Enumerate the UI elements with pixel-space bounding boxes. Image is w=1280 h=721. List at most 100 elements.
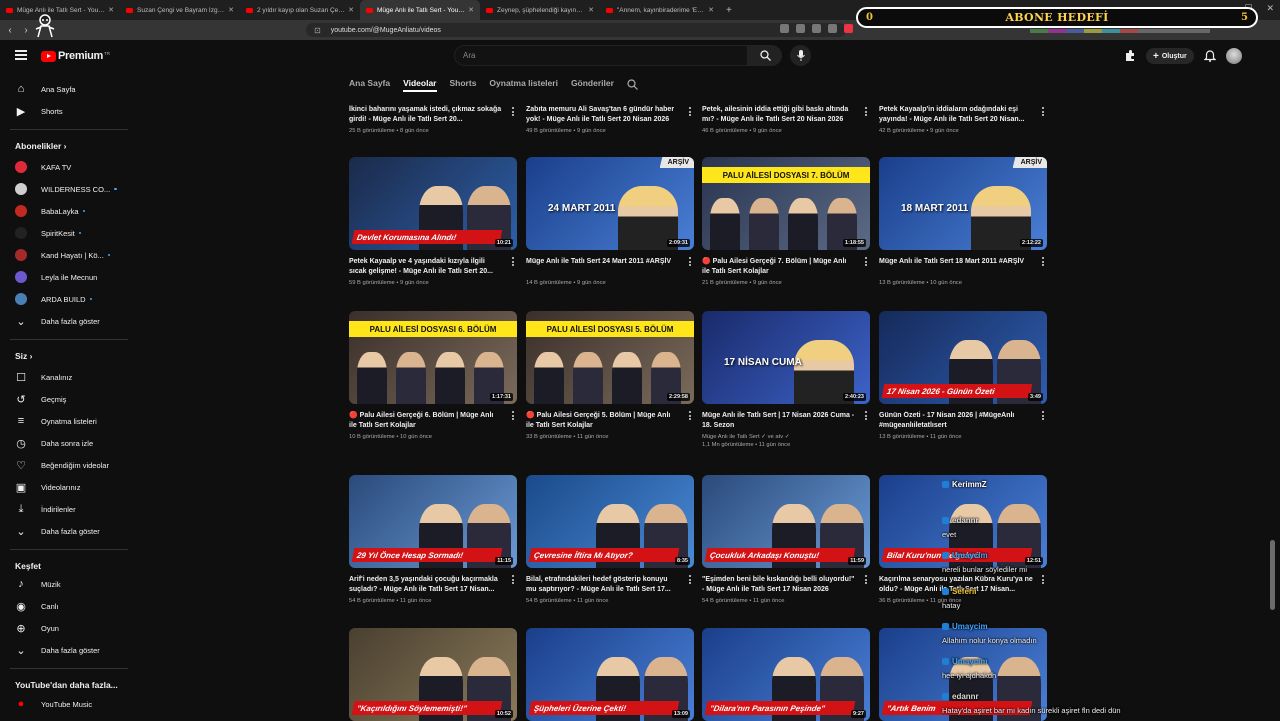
- avatar[interactable]: [1225, 48, 1242, 64]
- sidebar-item-home[interactable]: ⌂ Ana Sayfa: [15, 83, 76, 95]
- tab-close-icon[interactable]: ✕: [708, 6, 714, 14]
- you-heading[interactable]: Siz ›: [15, 351, 32, 361]
- tab-close-icon[interactable]: ✕: [108, 6, 114, 14]
- extension-icon[interactable]: [812, 24, 821, 33]
- video-thumbnail[interactable]: 17 NİSAN CUMA 2:40:23: [702, 311, 870, 404]
- extension-icon[interactable]: [844, 24, 853, 33]
- address-bar[interactable]: ⊡ youtube.com/@MugeAnliatu/videos: [306, 23, 846, 37]
- voice-search-button[interactable]: [790, 45, 811, 66]
- search-input[interactable]: Ara: [454, 45, 748, 66]
- video-card[interactable]: 24 MART 2011 ARŞİV 2:09:31 Müge Anlı ile Ta…: [526, 157, 694, 286]
- sidebar-item-shorts[interactable]: ▶ Shorts: [15, 105, 63, 118]
- subscription-item[interactable]: ARDA BUILD: [15, 293, 93, 305]
- video-title[interactable]: 🔴 Palu Ailesi Gerçeği 7. Bölüm | Müge An…: [702, 257, 856, 276]
- video-title[interactable]: 🔴 Palu Ailesi Gerçeği 6. Bölüm | Müge An…: [349, 411, 503, 430]
- video-thumbnail[interactable]: Çocukluk Arkadaşı Konuştu! 11:59: [702, 475, 870, 568]
- video-thumbnail[interactable]: PALU AİLESİ DOSYASI 7. BÖLÜM 1:18:55: [702, 157, 870, 250]
- subscription-item[interactable]: Kand Hayatı | Kö...: [15, 249, 111, 261]
- video-title[interactable]: Müge Anlı ile Tatlı Sert | 17 Nisan 2026…: [702, 411, 856, 430]
- video-title[interactable]: Zabıta memuru Ali Savaş'tan 6 gündür hab…: [526, 105, 680, 124]
- sidebar-item-channel[interactable]: ☐ Kanalınız: [15, 371, 72, 384]
- tab-close-icon[interactable]: ✕: [468, 6, 474, 14]
- browser-tab[interactable]: "Annem, kayınbiraderime 'Eşini bırak✕: [600, 0, 720, 20]
- notifications-icon[interactable]: [1203, 50, 1216, 62]
- subscription-item[interactable]: SpiritKesit: [15, 227, 82, 239]
- video-card[interactable]: İkinci baharını yaşamak istedi, çıkmaz s…: [349, 105, 517, 134]
- more-options-icon[interactable]: [865, 107, 868, 118]
- video-card[interactable]: Çocukluk Arkadaşı Konuştu! 11:59 "Eşimden …: [702, 475, 870, 604]
- video-card[interactable]: Petek, ailesinin iddia ettiği gibi baskı…: [702, 105, 870, 134]
- tab-gönderiler[interactable]: Gönderiler: [571, 78, 614, 92]
- more-options-icon[interactable]: [865, 411, 868, 422]
- more-options-icon[interactable]: [865, 257, 868, 268]
- more-options-icon[interactable]: [689, 575, 692, 586]
- more-options-icon[interactable]: [689, 411, 692, 422]
- more-options-icon[interactable]: [1042, 107, 1045, 118]
- video-card[interactable]: PALU AİLESİ DOSYASI 6. BÖLÜM 1:17:31 🔴 Pal…: [349, 311, 517, 440]
- video-card[interactable]: Çevresine İftira Mı Atıyor? 8:35 Bilal, et…: [526, 475, 694, 604]
- video-thumbnail[interactable]: 17 Nisan 2026 - Günün Özeti 3:49: [879, 311, 1047, 404]
- sidebar-item-like[interactable]: ♡ Beğendiğim videolar: [15, 459, 109, 472]
- video-title[interactable]: Petek Kayaalp ve 4 yaşındaki kızıyla ilg…: [349, 257, 503, 276]
- forward-icon[interactable]: ›: [18, 25, 34, 36]
- browser-tab[interactable]: Zeynep, şüphelendiği kayınbiraderi✕: [480, 0, 600, 20]
- close-icon[interactable]: ✕: [1266, 3, 1274, 14]
- more-options-icon[interactable]: [512, 107, 515, 118]
- tab-shorts[interactable]: Shorts: [450, 78, 477, 92]
- extension-puzzle-icon[interactable]: [1124, 50, 1136, 62]
- show-more-you[interactable]: ⌄ Daha fazla göster: [15, 525, 99, 538]
- sidebar-item-youtube-music[interactable]: ● YouTube Music: [15, 698, 92, 710]
- menu-icon[interactable]: [15, 50, 27, 60]
- video-title[interactable]: Arif'i neden 3,5 yaşındaki çocuğu kaçırm…: [349, 575, 503, 594]
- video-thumbnail[interactable]: Şüpheleri Üzerine Çekti! 13:09: [526, 628, 694, 721]
- video-thumbnail[interactable]: Çevresine İftira Mı Atıyor? 8:35: [526, 475, 694, 568]
- video-title[interactable]: Günün Özeti - 17 Nisan 2026 | #MügeAnlı …: [879, 411, 1033, 430]
- video-title[interactable]: Petek, ailesinin iddia ettiği gibi baskı…: [702, 105, 856, 124]
- tab-close-icon[interactable]: ✕: [588, 6, 594, 14]
- tab-close-icon[interactable]: ✕: [348, 6, 354, 14]
- video-thumbnail[interactable]: "Kaçırıldığını Söylememişti!" 10:52: [349, 628, 517, 721]
- more-options-icon[interactable]: [865, 575, 868, 586]
- video-thumbnail[interactable]: PALU AİLESİ DOSYASI 5. BÖLÜM 2:29:58: [526, 311, 694, 404]
- tab-oynatma-listeleri[interactable]: Oynatma listeleri: [489, 78, 558, 92]
- video-card[interactable]: Şüpheleri Üzerine Çekti! 13:09: [526, 628, 694, 721]
- create-button[interactable]: + Oluştur: [1146, 48, 1194, 64]
- video-thumbnail[interactable]: 24 MART 2011 ARŞİV 2:09:31: [526, 157, 694, 250]
- sidebar-item-gaming[interactable]: ⊕ Oyun: [15, 622, 59, 635]
- more-options-icon[interactable]: [1042, 411, 1045, 422]
- more-options-icon[interactable]: [689, 107, 692, 118]
- video-title[interactable]: Müge Anlı ile Tatlı Sert 24 Mart 2011 #A…: [526, 257, 680, 276]
- subscription-item[interactable]: BabaLayka: [15, 205, 86, 217]
- video-thumbnail[interactable]: 29 Yıl Önce Hesap Sormadı! 11:15: [349, 475, 517, 568]
- video-title[interactable]: 🔴 Palu Ailesi Gerçeği 5. Bölüm | Müge An…: [526, 411, 680, 430]
- video-card[interactable]: Zabıta memuru Ali Savaş'tan 6 gündür hab…: [526, 105, 694, 134]
- video-thumbnail[interactable]: PALU AİLESİ DOSYASI 6. BÖLÜM 1:17:31: [349, 311, 517, 404]
- back-icon[interactable]: ‹: [2, 25, 18, 36]
- video-card[interactable]: Petek Kayaalp'in iddiaların odağındaki e…: [879, 105, 1047, 134]
- extension-icon[interactable]: [780, 24, 789, 33]
- browser-tab[interactable]: 2 yıldır kayıp olan Suzan Çengi, bir gün…: [240, 0, 360, 20]
- tab-videolar[interactable]: Videolar: [403, 78, 437, 92]
- subscription-item[interactable]: Leyla ile Mecnun: [15, 271, 97, 283]
- video-card[interactable]: 29 Yıl Önce Hesap Sormadı! 11:15 Arif'i ne…: [349, 475, 517, 604]
- video-channel[interactable]: Müge Anlı ile Tatlı Sert ✓ ve atv ✓: [702, 434, 870, 440]
- video-thumbnail[interactable]: Devlet Korumasına Alındı! 10:21: [349, 157, 517, 250]
- channel-search-icon[interactable]: [627, 79, 638, 90]
- sidebar-item-video[interactable]: ▣ Videolarınız: [15, 481, 81, 494]
- video-title[interactable]: İkinci baharını yaşamak istedi, çıkmaz s…: [349, 105, 503, 124]
- tab-ana-sayfa[interactable]: Ana Sayfa: [349, 78, 390, 92]
- video-card[interactable]: "Dilara'nın Parasının Peşinde" 9:27: [702, 628, 870, 721]
- video-card[interactable]: Bilal Kuru'nun Belgeleri! 12:51 Kaçırılma …: [879, 475, 1047, 604]
- sidebar-item-music[interactable]: ♪ Müzik: [15, 578, 60, 590]
- video-card[interactable]: 17 Nisan 2026 - Günün Özeti 3:49 Günün Öze…: [879, 311, 1047, 440]
- more-options-icon[interactable]: [512, 411, 515, 422]
- show-more-explore[interactable]: ⌄ Daha fazla göster: [15, 644, 99, 657]
- show-more-subscriptions[interactable]: ⌄ Daha fazla göster: [15, 315, 99, 328]
- tab-close-icon[interactable]: ✕: [228, 6, 234, 14]
- youtube-logo[interactable]: Premium TR: [41, 50, 110, 62]
- video-card[interactable]: "Kaçırıldığını Söylememişti!" 10:52: [349, 628, 517, 721]
- browser-tab[interactable]: Müge Anlı ile Tatlı Sert - YouTube ✕: [360, 0, 480, 20]
- subscription-item[interactable]: WILDERNESS CO...: [15, 183, 117, 195]
- more-options-icon[interactable]: [1042, 257, 1045, 268]
- video-thumbnail[interactable]: "Dilara'nın Parasının Peşinde" 9:27: [702, 628, 870, 721]
